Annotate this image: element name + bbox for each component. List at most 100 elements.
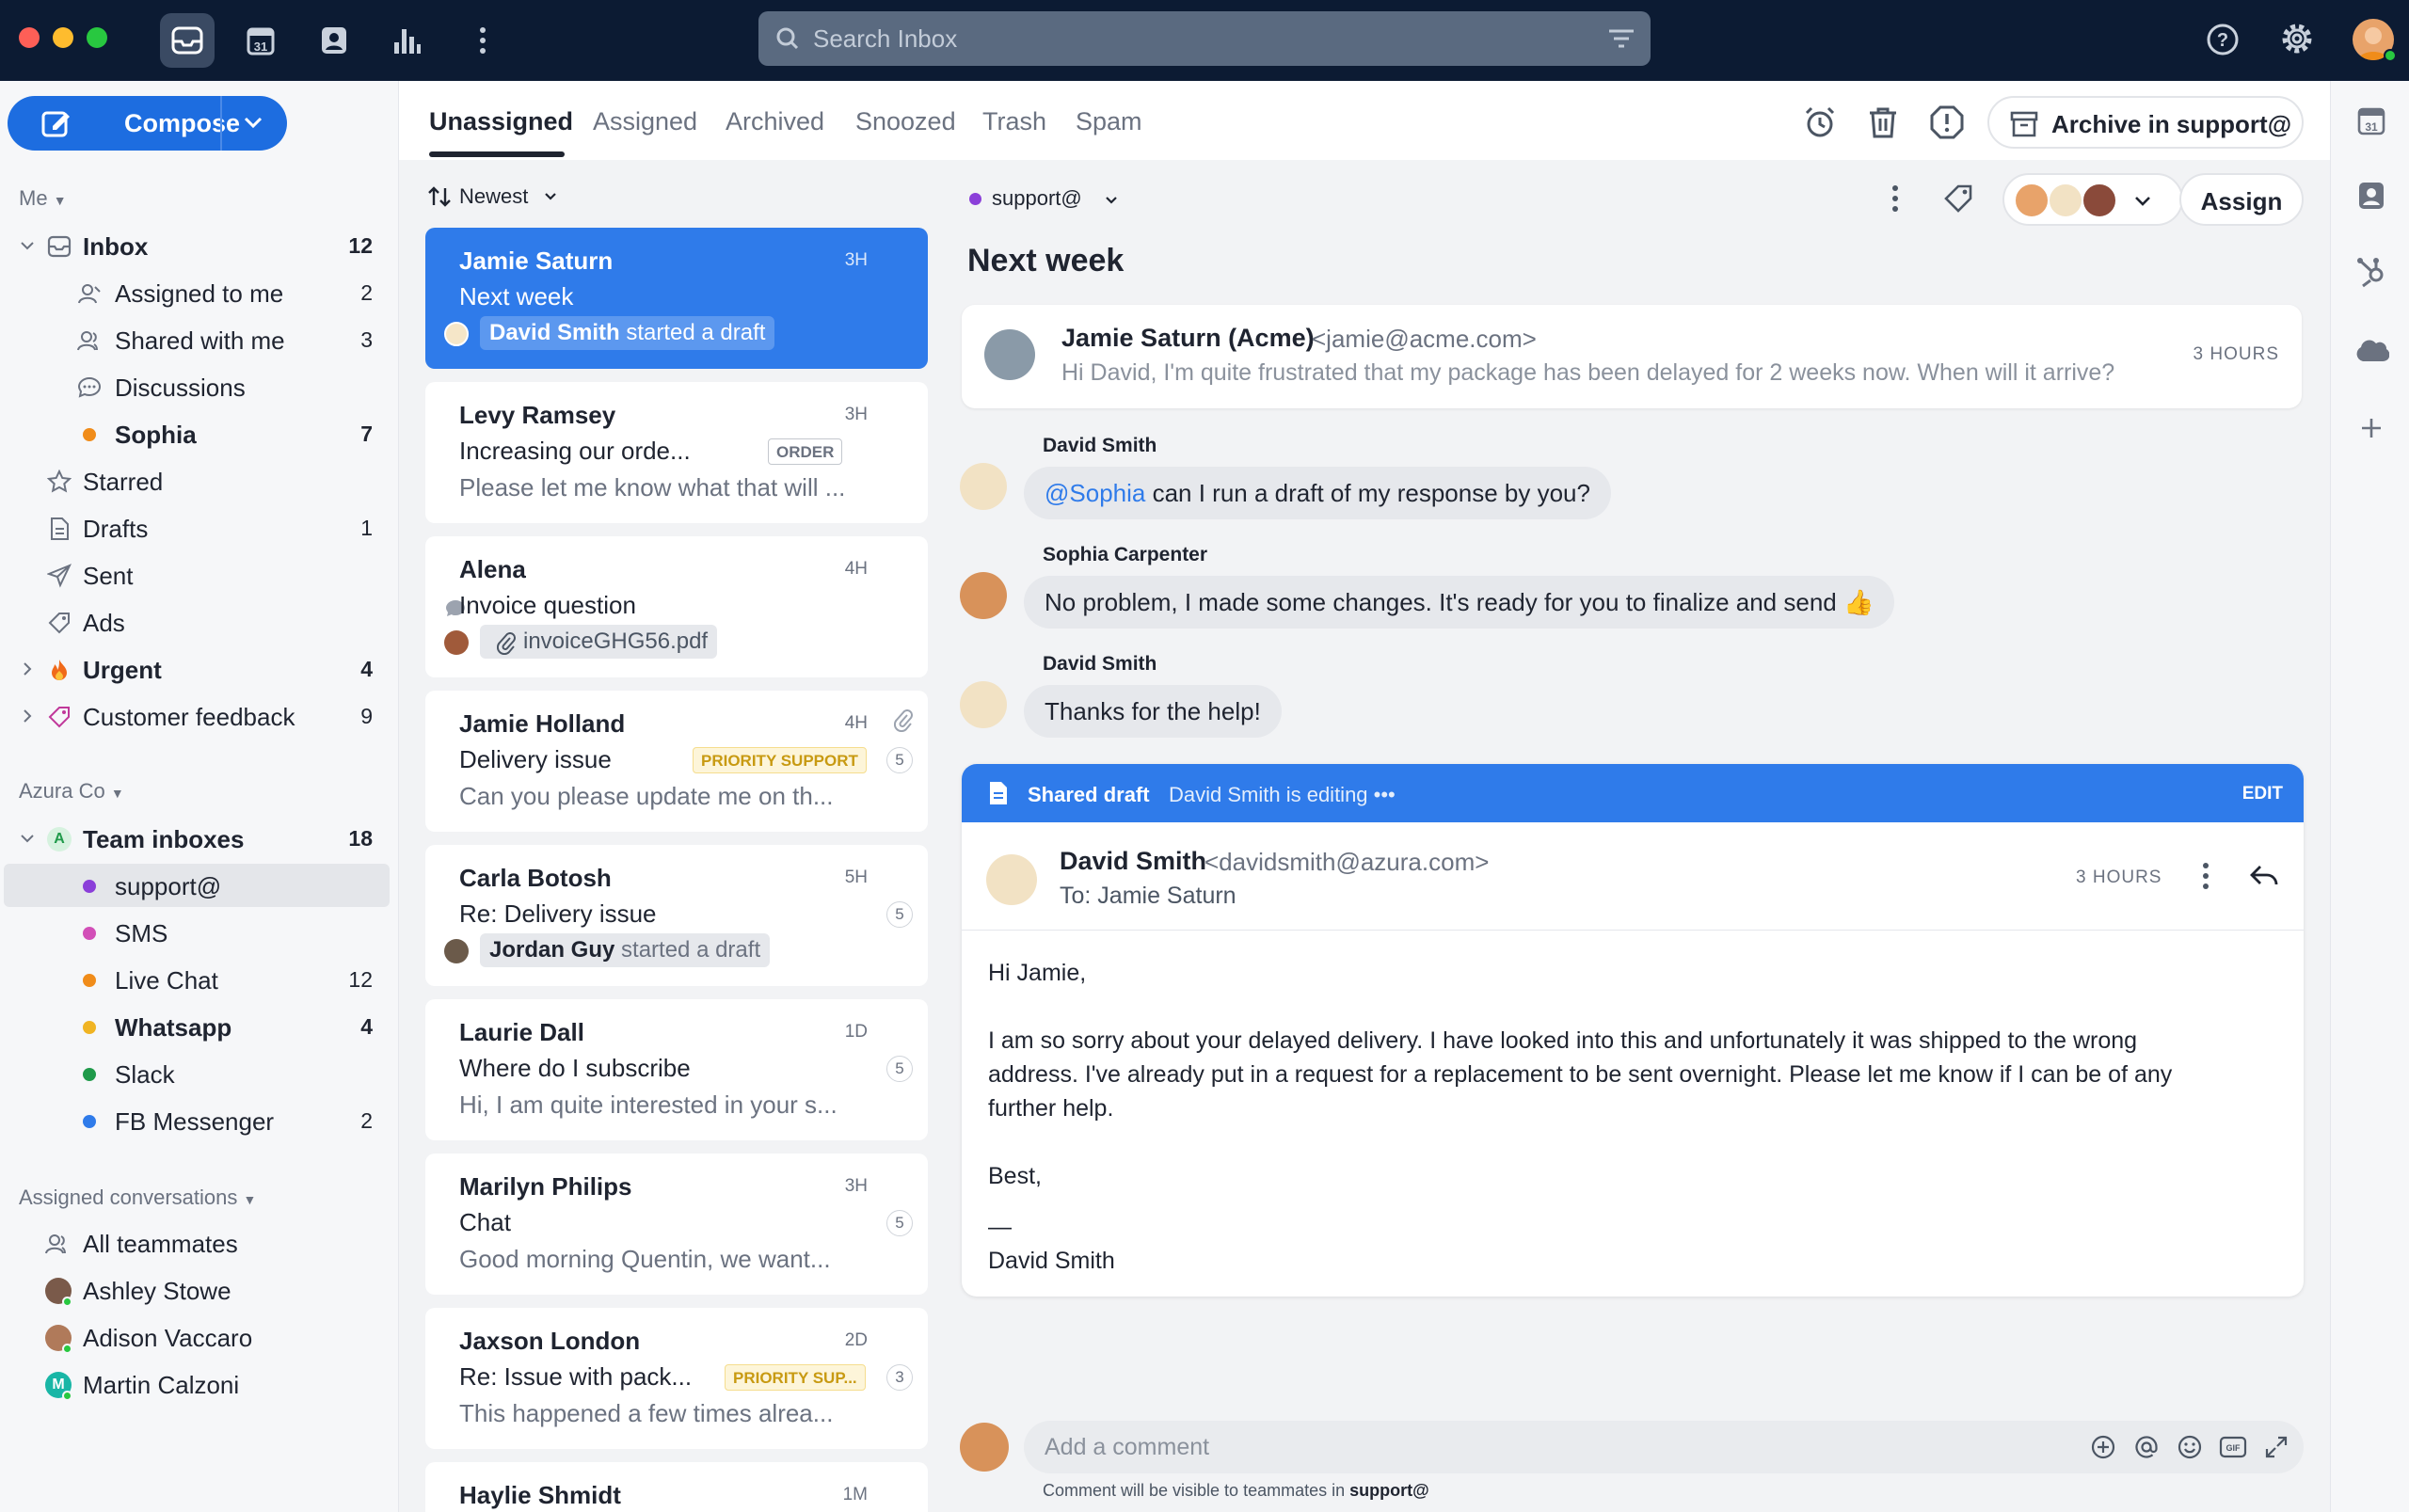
archive-button[interactable]: Archive in support@: [1987, 96, 2304, 149]
tab-trash[interactable]: Trash: [982, 107, 1046, 136]
conversation-item[interactable]: Marilyn Philips 3H Chat 5 Good morning Q…: [425, 1154, 928, 1295]
conversation-item[interactable]: Alena 4H Invoice question invoiceGHG56.p…: [425, 536, 928, 677]
comment-input[interactable]: Add a comment GIF: [1024, 1421, 2304, 1473]
assignees-dropdown[interactable]: [2002, 173, 2183, 226]
compose-dropdown-chevron-icon[interactable]: [244, 116, 263, 129]
sidebar-item-team-inboxes[interactable]: A Team inboxes 18: [0, 817, 395, 860]
expand-chevron-icon[interactable]: [19, 830, 36, 847]
tag-priority-support: PRIORITY SUP...: [725, 1364, 866, 1391]
filter-icon[interactable]: [1607, 28, 1635, 49]
inbox-color-dot: [83, 880, 96, 893]
add-circle-icon[interactable]: [2091, 1435, 2115, 1459]
expand-icon[interactable]: [2264, 1435, 2289, 1459]
assigned-conversations-header[interactable]: Assigned conversations ▼: [19, 1186, 256, 1210]
sidebar-item-label: Discussions: [115, 374, 246, 402]
more-apps-button[interactable]: [455, 13, 510, 68]
message-count-badge: 5: [886, 747, 913, 773]
add-integration-icon[interactable]: [2359, 416, 2384, 440]
tag-icon[interactable]: [1942, 183, 1974, 215]
draft-sender-email: <davidsmith@azura.com>: [1204, 848, 1490, 876]
conversation-item[interactable]: Haylie Shmidt 1M: [425, 1462, 928, 1512]
sidebar-item-sms[interactable]: SMS: [0, 911, 395, 954]
conversation-item[interactable]: Jaxson London 2D Re: Issue with pack... …: [425, 1308, 928, 1449]
sidebar-item-drafts[interactable]: Drafts 1: [0, 506, 395, 549]
sidebar-item-adison-vaccaro[interactable]: Adison Vaccaro: [0, 1315, 395, 1359]
tab-snoozed[interactable]: Snoozed: [855, 107, 956, 136]
sidebar-item-urgent[interactable]: Urgent 4: [0, 647, 395, 691]
me-section-header[interactable]: Me ▼: [19, 186, 67, 211]
close-window-button[interactable]: [19, 27, 40, 48]
compose-button[interactable]: Compose: [8, 96, 287, 151]
sidebar-item-sophia[interactable]: Sophia 7: [0, 412, 395, 455]
analytics-app-button[interactable]: [380, 13, 435, 68]
mention-at-icon[interactable]: [2134, 1435, 2159, 1459]
calendar-app-button[interactable]: 31: [233, 13, 288, 68]
sidebar-item-ads[interactable]: Ads: [0, 600, 395, 644]
tag-order: ORDER: [768, 438, 843, 465]
tab-assigned[interactable]: Assigned: [593, 107, 697, 136]
expand-chevron-icon[interactable]: [19, 708, 36, 724]
sidebar-item-starred[interactable]: Starred: [0, 459, 395, 502]
sidebar-item-all-teammates[interactable]: All teammates: [0, 1221, 395, 1265]
message-card[interactable]: Jamie Saturn (Acme) <jamie@acme.com> Hi …: [962, 305, 2302, 408]
comment-text: can I run a draft of my response by you?: [1145, 479, 1590, 507]
expand-chevron-icon[interactable]: [19, 237, 36, 254]
conversation-item[interactable]: Laurie Dall 1D Where do I subscribe 5 Hi…: [425, 999, 928, 1140]
contacts-icon[interactable]: [2357, 181, 2385, 211]
conversation-item[interactable]: Jamie Holland 4H Delivery issue PRIORITY…: [425, 691, 928, 832]
inbox-app-button[interactable]: [160, 13, 215, 68]
sidebar-item-sent[interactable]: Sent: [0, 553, 395, 597]
conversation-item[interactable]: Jamie Saturn 3H Next week David Smith st…: [425, 228, 928, 369]
gif-icon[interactable]: GIF: [2219, 1436, 2247, 1458]
contacts-app-button[interactable]: [307, 13, 361, 68]
more-vertical-icon[interactable]: [1891, 184, 1899, 213]
conversation-item[interactable]: Carla Botosh 5H Re: Delivery issue 5 Jor…: [425, 845, 928, 986]
emoji-icon[interactable]: [2178, 1435, 2202, 1459]
sidebar-item-customer-feedback[interactable]: Customer feedback 9: [0, 694, 395, 738]
spam-alert-icon[interactable]: [1929, 104, 1965, 140]
sidebar-item-inbox[interactable]: Inbox 12: [0, 224, 395, 267]
sidebar-item-assigned-to-me[interactable]: Assigned to me 2: [0, 271, 395, 314]
conversation-preview: Can you please update me on th...: [459, 782, 834, 810]
sidebar-item-label: SMS: [115, 919, 168, 947]
message-count-badge: 3: [886, 1364, 913, 1391]
hubspot-icon[interactable]: [2355, 256, 2387, 288]
trash-icon[interactable]: [1867, 105, 1899, 139]
sidebar-item-shared-with-me[interactable]: Shared with me 3: [0, 318, 395, 361]
tab-unassigned[interactable]: Unassigned: [429, 107, 573, 136]
calendar-icon: 31: [247, 27, 275, 56]
bar-chart-icon: [394, 29, 421, 54]
sidebar-item-live-chat[interactable]: Live Chat 12: [0, 958, 395, 1001]
tab-spam[interactable]: Spam: [1076, 107, 1142, 136]
sidebar-item-slack[interactable]: Slack: [0, 1052, 395, 1095]
assign-button[interactable]: Assign: [2179, 173, 2304, 226]
sidebar-item-discussions[interactable]: Discussions: [0, 365, 395, 408]
mention[interactable]: @Sophia: [1045, 479, 1145, 507]
salesforce-cloud-icon[interactable]: [2353, 337, 2389, 363]
sidebar-item-ashley-stowe[interactable]: Ashley Stowe: [0, 1268, 395, 1312]
search-input[interactable]: Search Inbox: [758, 11, 1651, 66]
sidebar-item-fb-messenger[interactable]: FB Messenger 2: [0, 1099, 395, 1142]
conversation-item[interactable]: Levy Ramsey 3H Increasing our orde... OR…: [425, 382, 928, 523]
sidebar-item-martin-calzoni[interactable]: M Martin Calzoni: [0, 1362, 395, 1406]
paperclip-icon: [894, 709, 913, 732]
sidebar-item-support[interactable]: support@: [4, 864, 390, 907]
maximize-window-button[interactable]: [87, 27, 107, 48]
inbox-color-dot: [83, 1068, 96, 1081]
conversation-time: 1D: [844, 1022, 868, 1042]
snooze-alarm-icon[interactable]: [1803, 105, 1837, 139]
reply-arrow-icon[interactable]: [2249, 864, 2279, 888]
minimize-window-button[interactable]: [53, 27, 73, 48]
edit-draft-button[interactable]: EDIT: [2242, 784, 2283, 804]
org-section-header[interactable]: Azura Co ▼: [19, 779, 124, 804]
settings-gear-icon[interactable]: [2279, 21, 2315, 56]
tab-archived[interactable]: Archived: [726, 107, 824, 136]
expand-chevron-icon[interactable]: [19, 661, 36, 677]
sidebar-item-whatsapp[interactable]: Whatsapp 4: [0, 1005, 395, 1048]
more-vertical-icon[interactable]: [2202, 862, 2210, 890]
calendar-icon[interactable]: 31: [2357, 105, 2385, 135]
attachment-name: invoiceGHG56.pdf: [523, 629, 709, 654]
compose-divider: [220, 96, 222, 151]
send-icon: [47, 564, 72, 588]
help-icon[interactable]: ?: [2206, 23, 2240, 56]
